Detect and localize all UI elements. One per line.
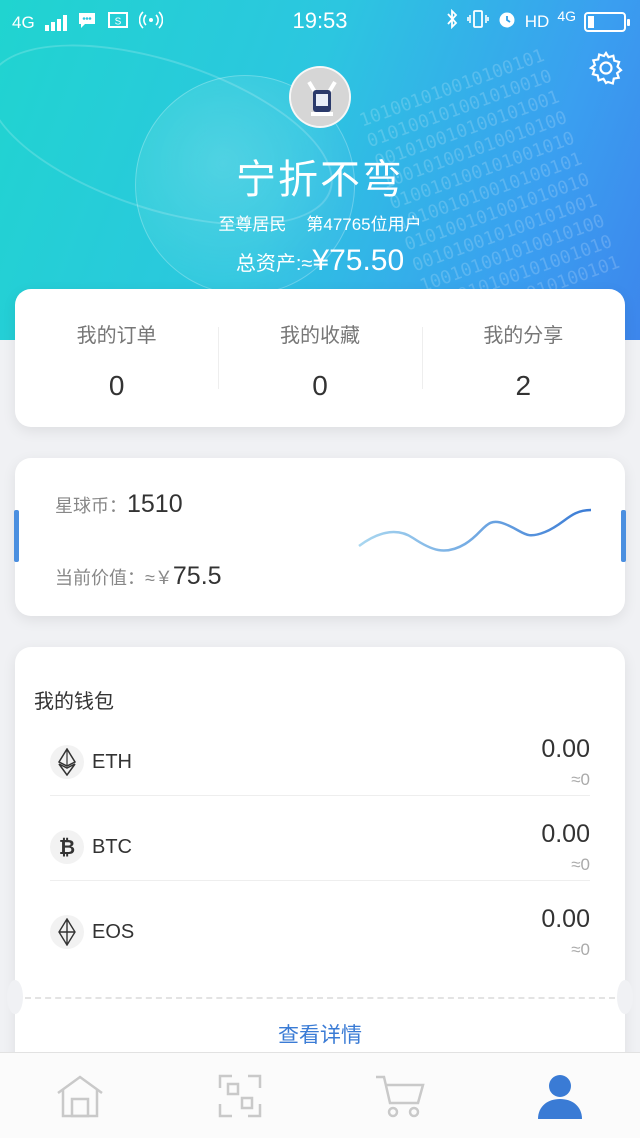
network-type-right: 4G: [557, 7, 576, 24]
vibrate-icon: [466, 9, 489, 34]
hd-label: HD: [524, 11, 550, 31]
wallet-item-btc[interactable]: ₿ BTC 0.00 ≈0: [50, 810, 590, 895]
settings-gear-icon[interactable]: [588, 50, 624, 86]
user-rank: 至尊居民 第47765位用户: [0, 210, 640, 235]
coin-approx-value: ≈0: [571, 855, 590, 874]
coin-balance: 0.00: [541, 820, 590, 848]
ticket-notch: [7, 980, 23, 1014]
svg-text:₿: ₿: [59, 835, 75, 859]
ticket-notch: [617, 980, 633, 1014]
home-icon: [57, 1074, 103, 1117]
coin-approx-value: ≈0: [571, 940, 590, 959]
wallet-title: 我的钱包: [34, 691, 114, 713]
username: 宁折不弯: [236, 158, 404, 202]
cart-icon: [376, 1075, 425, 1117]
coin-worth-value: 75.5: [172, 562, 222, 590]
coin-symbol: ETH: [92, 751, 132, 773]
dashed-divider: [25, 997, 615, 999]
tab-scan[interactable]: [160, 1053, 320, 1138]
tab-home[interactable]: [0, 1053, 160, 1138]
divider: [50, 880, 590, 881]
status-bar: 4G S 19:53 HD 4G: [0, 0, 640, 42]
stat-label: 我的收藏: [279, 325, 360, 347]
eos-icon: [50, 915, 84, 949]
tab-cart[interactable]: [320, 1053, 480, 1138]
coin-worth-label: 当前价值：≈￥: [55, 568, 173, 588]
coin-symbol: BTC: [92, 836, 132, 858]
coin-balance: 0.00: [541, 905, 590, 933]
price-sparkline: [358, 508, 592, 552]
battery-icon: [584, 11, 630, 32]
stat-value: 0: [312, 370, 328, 401]
stat-value: 2: [515, 370, 532, 401]
wallet-item-eth[interactable]: ETH 0.00 ≈0: [50, 725, 590, 810]
stats-card: 我的订单 0 我的收藏 0 我的分享 2: [15, 289, 625, 427]
ethereum-icon: [50, 745, 84, 779]
planet-coin-card[interactable]: 星球币：1510 当前价值：≈￥75.5: [14, 458, 626, 616]
stat-label: 我的订单: [76, 325, 157, 347]
coin-symbol: EOS: [92, 921, 135, 943]
coin-balance-label: 星球币：: [55, 496, 127, 516]
total-assets-label: 总资产:≈: [235, 253, 313, 275]
stat-favorites[interactable]: 我的收藏 0: [218, 289, 421, 427]
coin-worth: 当前价值：≈￥75.5: [55, 562, 222, 591]
wallet-item-eos[interactable]: EOS 0.00 ≈0: [50, 895, 590, 980]
bitcoin-icon: ₿: [50, 830, 84, 864]
stat-value: 0: [108, 370, 125, 401]
scan-icon: [218, 1074, 262, 1117]
wallet-card: 我的钱包 ETH 0.00 ≈0 ₿ BTC 0.00 ≈0 EOS 0.00 …: [7, 647, 633, 1067]
stat-orders[interactable]: 我的订单 0: [15, 289, 218, 427]
divider: [50, 795, 590, 796]
card-edge-accent: [621, 510, 626, 562]
coin-balance: 星球币：1510: [55, 490, 183, 519]
coin-balance: 0.00: [541, 735, 590, 763]
alarm-icon: [497, 9, 517, 34]
user-rank-number: 第47765位用户: [306, 215, 422, 234]
view-details-link[interactable]: 查看详情: [15, 1019, 625, 1049]
coin-approx-value: ≈0: [571, 770, 590, 789]
user-level: 至尊居民: [218, 215, 287, 234]
coin-balance-value: 1510: [127, 490, 183, 518]
total-assets: 总资产:≈¥75.50: [0, 244, 640, 278]
card-edge-accent: [14, 510, 19, 562]
bottom-tab-bar: [0, 1052, 640, 1138]
profile-icon: [538, 1074, 582, 1119]
avatar[interactable]: [289, 66, 351, 128]
tab-profile[interactable]: [480, 1053, 640, 1138]
stat-shares[interactable]: 我的分享 2: [421, 289, 625, 427]
total-assets-value: ¥75.50: [312, 244, 405, 277]
bluetooth-icon: [445, 8, 459, 34]
stat-label: 我的分享: [483, 325, 564, 347]
